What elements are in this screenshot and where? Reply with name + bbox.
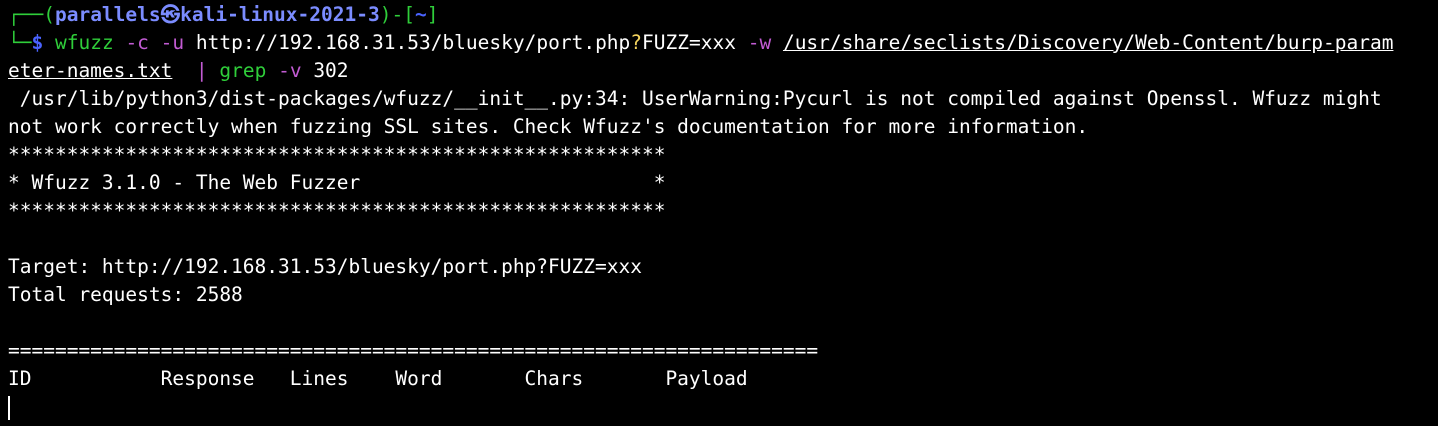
output-total-requests: Total requests: 2588 (8, 283, 243, 306)
output-target: Target: http://192.168.31.53/bluesky/por… (8, 255, 642, 278)
cursor-line[interactable] (8, 393, 1438, 421)
command-tool: wfuzz (54, 31, 114, 54)
command-grep-flag: -v (278, 59, 302, 82)
output-banner-title: * Wfuzz 3.1.0 - The Web Fuzzer * (8, 171, 666, 194)
command-grep: grep (219, 59, 267, 82)
command-line: └─$ wfuzz -c -u http://192.168.31.53/blu… (8, 29, 1438, 57)
command-url-query-mark: ? (630, 31, 643, 54)
command-url-prefix: http://192.168.31.53/bluesky/port.php (195, 31, 631, 54)
command-url-suffix: FUZZ=xxx (642, 31, 736, 54)
output-warning-line-1: /usr/lib/python3/dist-packages/wfuzz/__i… (8, 87, 1382, 110)
output-blank-1 (8, 225, 1438, 253)
output-warning-line-2: not work correctly when fuzzing SSL site… (8, 115, 1089, 138)
command-line-wrap: eter-names.txt | grep -v 302 (8, 57, 1438, 85)
output-banner-border-bottom: ****************************************… (8, 199, 666, 222)
command-grep-arg: 302 (313, 59, 349, 82)
command-wordlist-part1: /usr/share/seclists/Discovery/Web-Conten… (782, 31, 1394, 54)
text-cursor (8, 395, 10, 420)
prompt-cwd: ~ (414, 3, 427, 26)
output-separator-rule: ========================================… (8, 339, 819, 362)
terminal-window[interactable]: ┌──(parallels㉿kali-linux-2021-3)-[~] └─$… (0, 0, 1438, 426)
prompt-corner-bottom: └─ (8, 31, 32, 54)
command-wordlist-part2: eter-names.txt (8, 59, 173, 82)
output-banner-border-top: ****************************************… (8, 143, 666, 166)
prompt-bracket-end: ] (426, 3, 439, 26)
output-table-header: ID Response Lines Word Chars Payload (8, 367, 748, 390)
command-flag-c: -c (125, 31, 149, 54)
prompt-user-host: parallels㉿kali-linux-2021-3 (54, 3, 380, 26)
command-flag-u: -u (160, 31, 185, 54)
prompt-dollar: $ (31, 31, 44, 54)
output-blank-2 (8, 309, 1438, 337)
prompt-separator: )-[ (379, 3, 415, 26)
command-flag-w: -w (747, 31, 772, 54)
command-pipe: | (195, 59, 208, 82)
prompt-corner-top: ┌──( (8, 3, 55, 26)
prompt-line-top: ┌──(parallels㉿kali-linux-2021-3)-[~] (8, 1, 1438, 29)
